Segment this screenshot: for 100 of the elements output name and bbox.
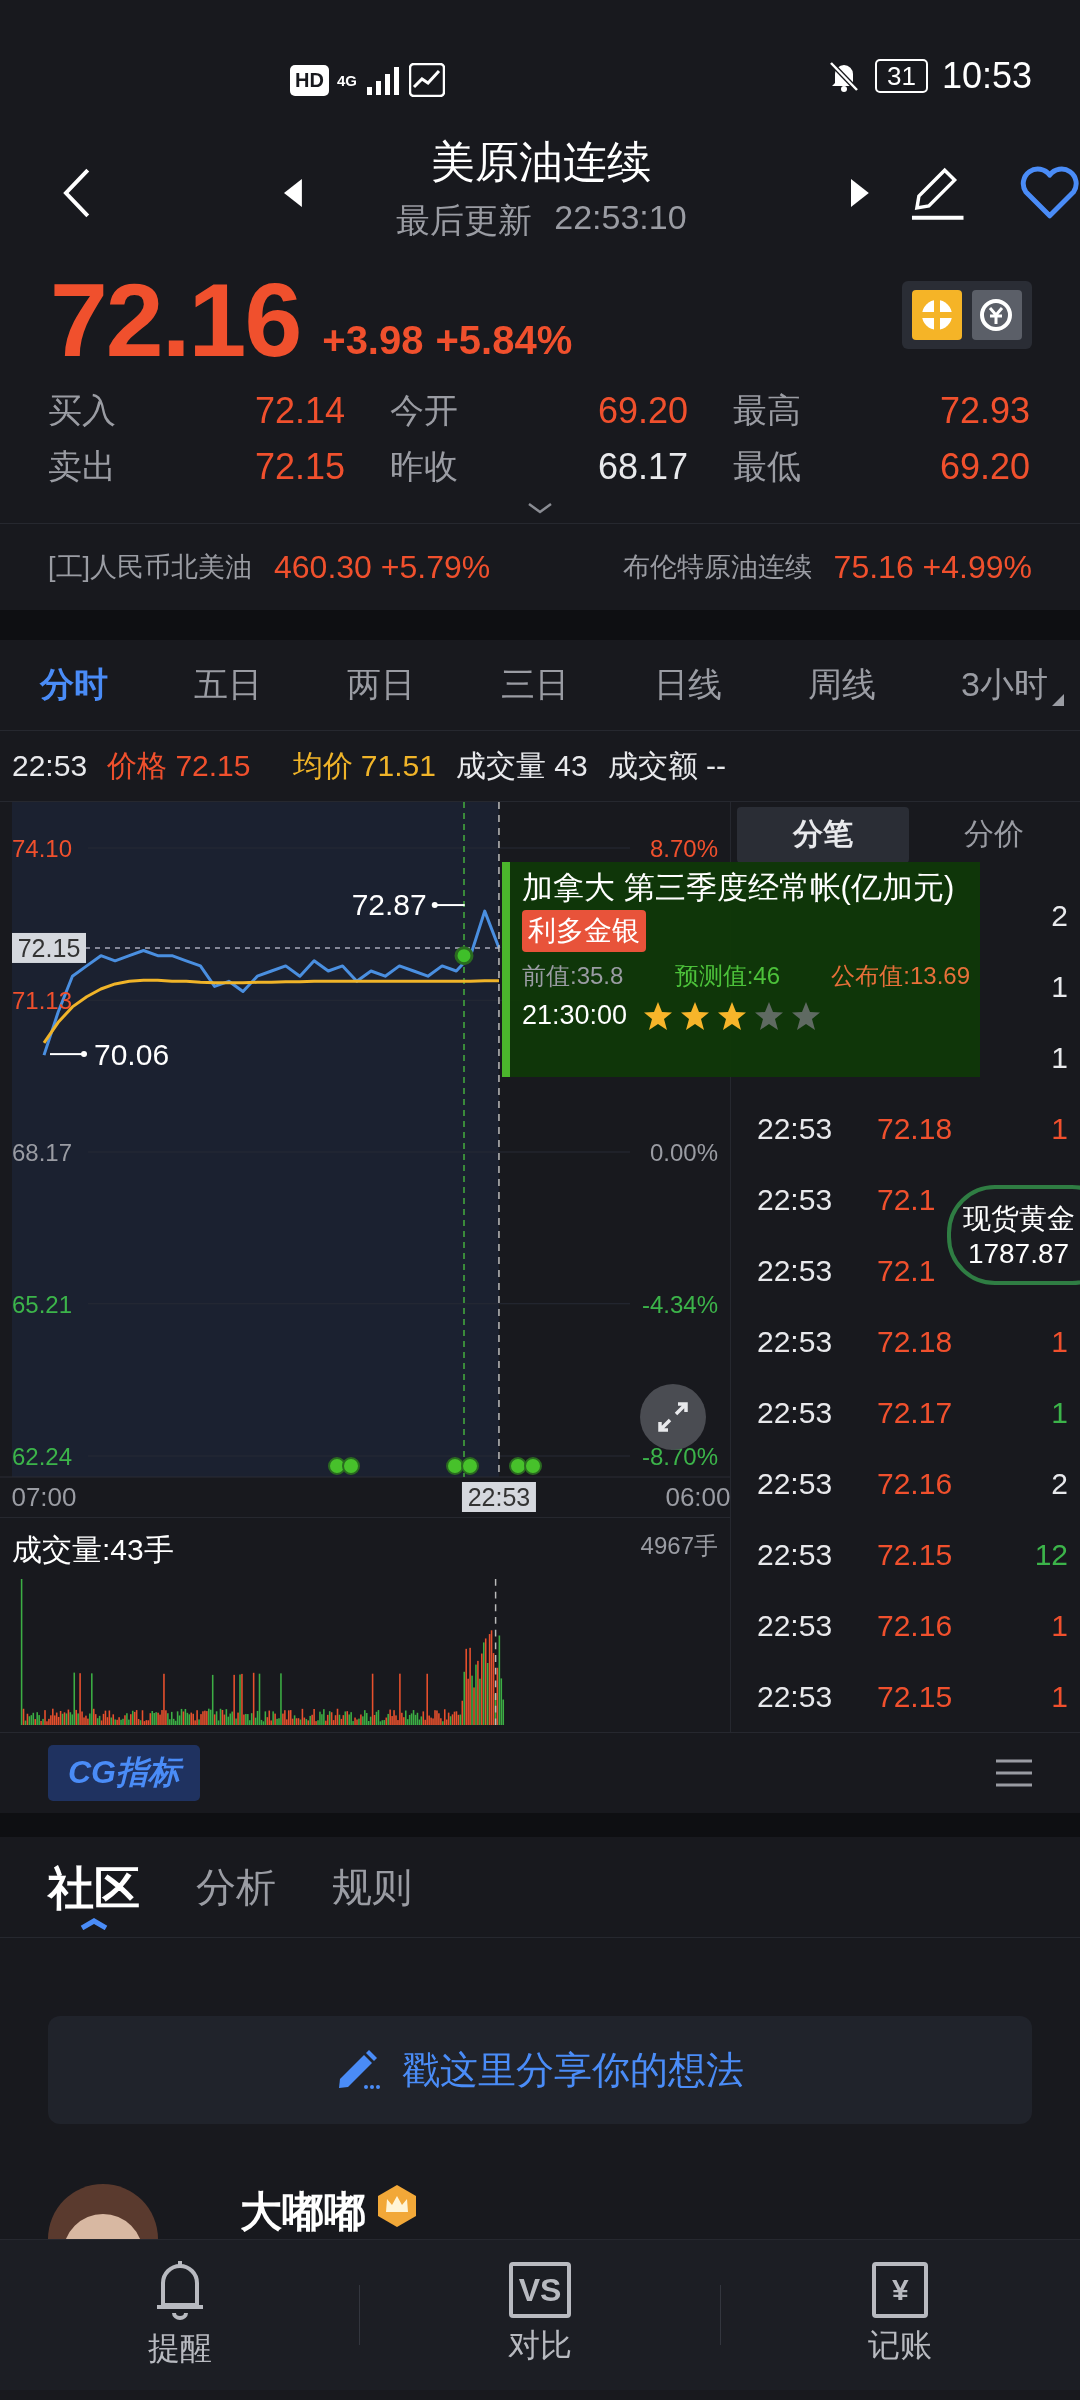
expand-icon[interactable] xyxy=(640,1384,706,1450)
share-button[interactable]: 戳这里分享你的想法 xyxy=(48,2016,1032,2124)
axis-label: 06:00 xyxy=(665,1482,730,1512)
trade-time: 22:53 xyxy=(757,1324,833,1358)
trade-volume: 1 xyxy=(1051,1041,1068,1075)
star-icon xyxy=(791,1000,822,1031)
heart-icon[interactable] xyxy=(1018,165,1080,220)
trade-time: 22:53 xyxy=(757,1183,833,1217)
floating-quote-price: 1787.87 xyxy=(967,1238,1070,1270)
nav-item[interactable]: VS 对比 xyxy=(360,2262,720,2368)
axis-label: 62.24 xyxy=(12,1443,73,1470)
min-marker-drawing xyxy=(49,1051,87,1058)
bell-off-icon xyxy=(827,59,861,93)
next-icon[interactable] xyxy=(849,178,870,207)
trade-price: 72.1 xyxy=(877,1254,936,1287)
period-tab[interactable]: 日线 xyxy=(654,662,732,708)
stat-value: 72.15 xyxy=(254,446,345,488)
period-tab[interactable]: 五日 xyxy=(193,662,272,708)
related-name[interactable]: 布伦特原油连续 xyxy=(622,549,812,585)
axis-label: 74.10 xyxy=(12,835,73,862)
stat-label: 今开 xyxy=(390,390,458,431)
hd-badge: HD xyxy=(290,64,329,96)
related-price: 75.16 +4.99% xyxy=(833,548,1032,586)
trade-volume: 2 xyxy=(1051,1466,1068,1500)
stat-value: 69.20 xyxy=(597,390,688,432)
nav-item[interactable]: ¥ 记账 xyxy=(720,2262,1080,2368)
community-tab[interactable]: 社区 xyxy=(48,1861,140,1931)
min-price-label: 70.06 xyxy=(94,1038,170,1072)
crown-badge-icon xyxy=(376,2184,418,2228)
axis-label: -8.70% xyxy=(641,1443,718,1470)
updated-label: 最后更新 xyxy=(396,200,533,241)
event-marker-icon[interactable] xyxy=(509,1457,527,1475)
updated-time: 22:53:10 xyxy=(554,198,687,238)
pencil-icon xyxy=(336,2049,380,2091)
stat-value: 72.14 xyxy=(254,390,345,432)
previous-value: 前值:35.8 xyxy=(522,961,624,991)
price-change: +3.98 xyxy=(322,317,424,363)
stat-label: 卖出 xyxy=(48,446,116,487)
last-price: 72.16 xyxy=(50,260,301,380)
trade-volume: 12 xyxy=(1034,1537,1068,1571)
trade-price: 72.15 xyxy=(877,1679,953,1713)
event-point-icon xyxy=(454,946,474,966)
author-name[interactable]: 大嘟嘟 xyxy=(240,2184,366,2239)
period-tab[interactable]: 分时 xyxy=(40,662,118,708)
axis-label: 65.21 xyxy=(12,1290,73,1318)
trade-time: 22:53 xyxy=(757,1466,833,1500)
trade-price: 72.16 xyxy=(877,1608,953,1642)
indicator-button[interactable]: CG指标 xyxy=(48,1745,200,1801)
event-title: 加拿大 第三季度经常帐(亿加元) xyxy=(522,870,956,906)
trade-volume: 1 xyxy=(1051,970,1068,1004)
community-tab[interactable]: 规则 xyxy=(332,1864,412,1910)
event-marker-icon[interactable] xyxy=(524,1457,542,1475)
community-tab[interactable]: 分析 xyxy=(196,1864,276,1910)
menu-icon[interactable] xyxy=(996,1759,1032,1787)
clock-time: 10:53 xyxy=(941,55,1032,97)
period-tab[interactable]: 三日 xyxy=(500,662,579,708)
axis-label: 68.17 xyxy=(12,1139,73,1166)
star-icon xyxy=(680,1000,711,1031)
trade-price: 72.17 xyxy=(877,1395,953,1429)
trade-volume: 1 xyxy=(1051,1395,1068,1429)
currency-tool-icon[interactable] xyxy=(972,290,1022,340)
trade-price: 72.18 xyxy=(877,1112,953,1146)
trade-tab[interactable]: 分价 xyxy=(908,807,1080,863)
previous-icon[interactable] xyxy=(283,178,304,207)
info-value: 成交额 -- xyxy=(607,747,726,784)
trade-time: 22:53 xyxy=(757,1254,833,1287)
ledger-icon: ¥ xyxy=(872,2262,929,2318)
stat-value: 68.17 xyxy=(597,446,688,488)
nav-item[interactable]: 提醒 xyxy=(0,2259,360,2371)
floating-quote[interactable]: 现货黄金 1787.87 xyxy=(947,1185,1080,1285)
info-value: 均价 71.51 xyxy=(292,747,436,784)
price-change-percent: +5.84% xyxy=(435,317,573,363)
trade-tab[interactable]: 分笔 xyxy=(737,807,909,863)
trade-time: 22:53 xyxy=(757,1112,833,1146)
trade-time: 22:53 xyxy=(757,1537,833,1571)
cursor-time-tag: 22:53 xyxy=(461,1482,536,1512)
stat-label: 最高 xyxy=(733,390,801,431)
last-price-tag: 72.15 xyxy=(12,932,86,963)
instrument-title: 美原油连续 xyxy=(431,136,652,188)
related-price: 460.30 +5.79% xyxy=(274,548,491,586)
expand-chevron-icon[interactable] xyxy=(527,502,553,514)
period-tab[interactable]: 两日 xyxy=(347,662,425,708)
info-value: 成交量 43 xyxy=(455,747,588,784)
network-label: 4G xyxy=(336,72,358,88)
trade-time: 22:53 xyxy=(757,1679,833,1713)
back-icon[interactable] xyxy=(62,166,92,219)
cursor-time: 22:53 xyxy=(12,749,88,783)
volume-label: 成交量:43手 xyxy=(12,1532,174,1568)
period-tab[interactable]: 3小时 xyxy=(961,662,1058,708)
trade-time: 22:53 xyxy=(757,1608,833,1642)
floating-quote-name: 现货黄金 xyxy=(962,1202,1075,1236)
event-marker-icon[interactable] xyxy=(342,1457,360,1475)
volume-max-label: 4967手 xyxy=(640,1531,718,1561)
related-name[interactable]: [工]人民币北美油 xyxy=(48,549,252,585)
event-marker-icon[interactable] xyxy=(461,1457,479,1475)
star-icon xyxy=(754,1000,785,1031)
period-tab[interactable]: 周线 xyxy=(807,662,886,708)
axis-label: -4.34% xyxy=(641,1290,718,1318)
max-marker-drawing xyxy=(431,902,466,909)
forecast-value: 预测值:46 xyxy=(674,961,780,991)
